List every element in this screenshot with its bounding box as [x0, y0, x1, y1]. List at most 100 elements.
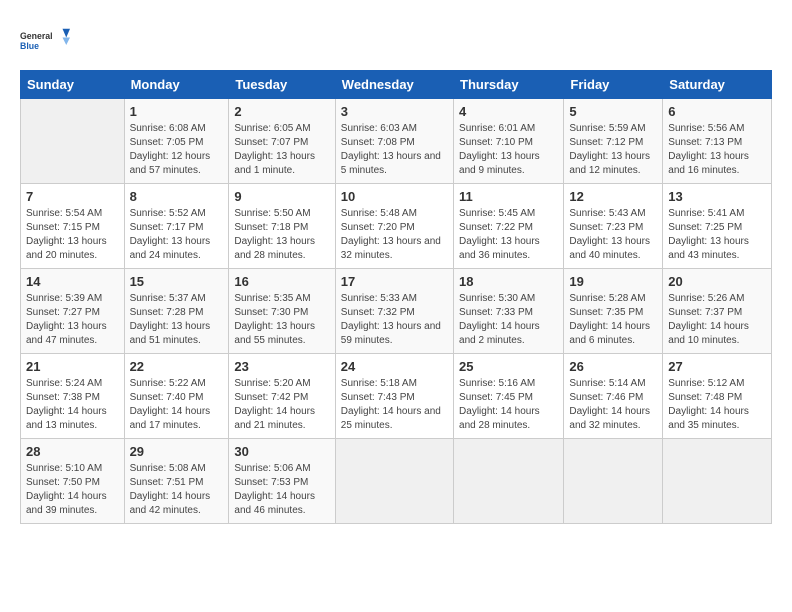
- week-row-2: 14 Sunrise: 5:39 AMSunset: 7:27 PMDaylig…: [21, 269, 772, 354]
- day-number: 14: [26, 274, 119, 289]
- week-row-0: 1 Sunrise: 6:08 AMSunset: 7:05 PMDayligh…: [21, 99, 772, 184]
- header: General Blue: [20, 20, 772, 60]
- day-number: 10: [341, 189, 448, 204]
- day-detail: Sunrise: 5:06 AMSunset: 7:53 PMDaylight:…: [234, 462, 329, 518]
- day-detail: Sunrise: 5:54 AMSunset: 7:15 PMDaylight:…: [26, 207, 119, 263]
- calendar-cell: 18 Sunrise: 5:30 AMSunset: 7:33 PMDaylig…: [454, 269, 564, 354]
- day-detail: Sunrise: 5:10 AMSunset: 7:50 PMDaylight:…: [26, 462, 119, 518]
- calendar-table: SundayMondayTuesdayWednesdayThursdayFrid…: [20, 70, 772, 524]
- week-row-4: 28 Sunrise: 5:10 AMSunset: 7:50 PMDaylig…: [21, 439, 772, 524]
- calendar-cell: 27 Sunrise: 5:12 AMSunset: 7:48 PMDaylig…: [663, 354, 772, 439]
- day-number: 3: [341, 104, 448, 119]
- day-detail: Sunrise: 6:01 AMSunset: 7:10 PMDaylight:…: [459, 122, 558, 178]
- calendar-cell: 25 Sunrise: 5:16 AMSunset: 7:45 PMDaylig…: [454, 354, 564, 439]
- day-number: 11: [459, 189, 558, 204]
- calendar-cell: 1 Sunrise: 6:08 AMSunset: 7:05 PMDayligh…: [124, 99, 229, 184]
- day-number: 17: [341, 274, 448, 289]
- day-detail: Sunrise: 5:37 AMSunset: 7:28 PMDaylight:…: [130, 292, 224, 348]
- calendar-cell: [454, 439, 564, 524]
- day-detail: Sunrise: 5:48 AMSunset: 7:20 PMDaylight:…: [341, 207, 448, 263]
- day-detail: Sunrise: 5:16 AMSunset: 7:45 PMDaylight:…: [459, 377, 558, 433]
- calendar-cell: 8 Sunrise: 5:52 AMSunset: 7:17 PMDayligh…: [124, 184, 229, 269]
- day-number: 28: [26, 444, 119, 459]
- day-header-saturday: Saturday: [663, 71, 772, 99]
- day-header-thursday: Thursday: [454, 71, 564, 99]
- calendar-cell: [21, 99, 125, 184]
- calendar-cell: [335, 439, 453, 524]
- calendar-cell: 20 Sunrise: 5:26 AMSunset: 7:37 PMDaylig…: [663, 269, 772, 354]
- day-number: 1: [130, 104, 224, 119]
- day-number: 27: [668, 359, 766, 374]
- day-detail: Sunrise: 5:50 AMSunset: 7:18 PMDaylight:…: [234, 207, 329, 263]
- day-number: 4: [459, 104, 558, 119]
- day-detail: Sunrise: 5:20 AMSunset: 7:42 PMDaylight:…: [234, 377, 329, 433]
- logo: General Blue: [20, 20, 70, 60]
- day-detail: Sunrise: 5:45 AMSunset: 7:22 PMDaylight:…: [459, 207, 558, 263]
- day-detail: Sunrise: 5:08 AMSunset: 7:51 PMDaylight:…: [130, 462, 224, 518]
- day-detail: Sunrise: 5:59 AMSunset: 7:12 PMDaylight:…: [569, 122, 657, 178]
- day-number: 22: [130, 359, 224, 374]
- day-number: 13: [668, 189, 766, 204]
- day-header-wednesday: Wednesday: [335, 71, 453, 99]
- calendar-cell: 14 Sunrise: 5:39 AMSunset: 7:27 PMDaylig…: [21, 269, 125, 354]
- day-number: 6: [668, 104, 766, 119]
- calendar-cell: 30 Sunrise: 5:06 AMSunset: 7:53 PMDaylig…: [229, 439, 335, 524]
- calendar-cell: 4 Sunrise: 6:01 AMSunset: 7:10 PMDayligh…: [454, 99, 564, 184]
- day-detail: Sunrise: 5:52 AMSunset: 7:17 PMDaylight:…: [130, 207, 224, 263]
- calendar-cell: 24 Sunrise: 5:18 AMSunset: 7:43 PMDaylig…: [335, 354, 453, 439]
- calendar-cell: 5 Sunrise: 5:59 AMSunset: 7:12 PMDayligh…: [564, 99, 663, 184]
- day-number: 23: [234, 359, 329, 374]
- week-row-1: 7 Sunrise: 5:54 AMSunset: 7:15 PMDayligh…: [21, 184, 772, 269]
- day-number: 5: [569, 104, 657, 119]
- day-detail: Sunrise: 5:30 AMSunset: 7:33 PMDaylight:…: [459, 292, 558, 348]
- calendar-cell: 22 Sunrise: 5:22 AMSunset: 7:40 PMDaylig…: [124, 354, 229, 439]
- day-number: 2: [234, 104, 329, 119]
- day-detail: Sunrise: 5:43 AMSunset: 7:23 PMDaylight:…: [569, 207, 657, 263]
- calendar-cell: 17 Sunrise: 5:33 AMSunset: 7:32 PMDaylig…: [335, 269, 453, 354]
- week-row-3: 21 Sunrise: 5:24 AMSunset: 7:38 PMDaylig…: [21, 354, 772, 439]
- calendar-cell: [564, 439, 663, 524]
- day-detail: Sunrise: 5:35 AMSunset: 7:30 PMDaylight:…: [234, 292, 329, 348]
- calendar-cell: 7 Sunrise: 5:54 AMSunset: 7:15 PMDayligh…: [21, 184, 125, 269]
- day-number: 15: [130, 274, 224, 289]
- svg-text:Blue: Blue: [20, 41, 39, 51]
- day-detail: Sunrise: 5:12 AMSunset: 7:48 PMDaylight:…: [668, 377, 766, 433]
- day-number: 12: [569, 189, 657, 204]
- day-detail: Sunrise: 5:56 AMSunset: 7:13 PMDaylight:…: [668, 122, 766, 178]
- day-detail: Sunrise: 5:14 AMSunset: 7:46 PMDaylight:…: [569, 377, 657, 433]
- day-number: 30: [234, 444, 329, 459]
- day-detail: Sunrise: 5:26 AMSunset: 7:37 PMDaylight:…: [668, 292, 766, 348]
- calendar-cell: 21 Sunrise: 5:24 AMSunset: 7:38 PMDaylig…: [21, 354, 125, 439]
- calendar-cell: 16 Sunrise: 5:35 AMSunset: 7:30 PMDaylig…: [229, 269, 335, 354]
- day-detail: Sunrise: 5:41 AMSunset: 7:25 PMDaylight:…: [668, 207, 766, 263]
- day-detail: Sunrise: 6:05 AMSunset: 7:07 PMDaylight:…: [234, 122, 329, 178]
- day-number: 9: [234, 189, 329, 204]
- calendar-cell: 3 Sunrise: 6:03 AMSunset: 7:08 PMDayligh…: [335, 99, 453, 184]
- calendar-cell: 15 Sunrise: 5:37 AMSunset: 7:28 PMDaylig…: [124, 269, 229, 354]
- day-detail: Sunrise: 5:18 AMSunset: 7:43 PMDaylight:…: [341, 377, 448, 433]
- day-detail: Sunrise: 6:08 AMSunset: 7:05 PMDaylight:…: [130, 122, 224, 178]
- day-number: 7: [26, 189, 119, 204]
- day-number: 20: [668, 274, 766, 289]
- header-row: SundayMondayTuesdayWednesdayThursdayFrid…: [21, 71, 772, 99]
- calendar-cell: 9 Sunrise: 5:50 AMSunset: 7:18 PMDayligh…: [229, 184, 335, 269]
- day-number: 19: [569, 274, 657, 289]
- calendar-cell: 13 Sunrise: 5:41 AMSunset: 7:25 PMDaylig…: [663, 184, 772, 269]
- day-detail: Sunrise: 5:24 AMSunset: 7:38 PMDaylight:…: [26, 377, 119, 433]
- day-number: 25: [459, 359, 558, 374]
- day-number: 18: [459, 274, 558, 289]
- calendar-cell: 28 Sunrise: 5:10 AMSunset: 7:50 PMDaylig…: [21, 439, 125, 524]
- calendar-cell: 29 Sunrise: 5:08 AMSunset: 7:51 PMDaylig…: [124, 439, 229, 524]
- day-header-tuesday: Tuesday: [229, 71, 335, 99]
- svg-text:General: General: [20, 31, 53, 41]
- day-header-friday: Friday: [564, 71, 663, 99]
- calendar-cell: 2 Sunrise: 6:05 AMSunset: 7:07 PMDayligh…: [229, 99, 335, 184]
- calendar-cell: 11 Sunrise: 5:45 AMSunset: 7:22 PMDaylig…: [454, 184, 564, 269]
- day-detail: Sunrise: 6:03 AMSunset: 7:08 PMDaylight:…: [341, 122, 448, 178]
- day-number: 16: [234, 274, 329, 289]
- day-number: 21: [26, 359, 119, 374]
- calendar-cell: 10 Sunrise: 5:48 AMSunset: 7:20 PMDaylig…: [335, 184, 453, 269]
- calendar-cell: [663, 439, 772, 524]
- day-detail: Sunrise: 5:22 AMSunset: 7:40 PMDaylight:…: [130, 377, 224, 433]
- calendar-cell: 26 Sunrise: 5:14 AMSunset: 7:46 PMDaylig…: [564, 354, 663, 439]
